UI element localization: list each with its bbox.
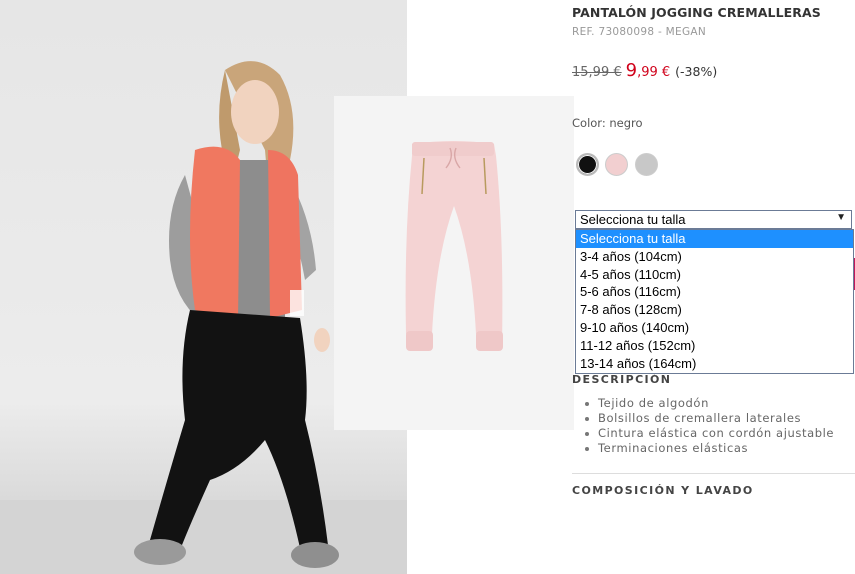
color-swatch-rosa[interactable]	[605, 153, 628, 176]
color-swatch-negro[interactable]	[576, 153, 599, 176]
size-option[interactable]: 9-10 años (140cm)	[576, 319, 853, 337]
new-price-dec: ,99 €	[637, 65, 671, 80]
product-details: PANTALÓN JOGGING CREMALLERAS REF. 730800…	[572, 0, 855, 574]
new-price-int: 9	[625, 60, 638, 81]
size-select-value: Selecciona tu talla	[580, 212, 686, 227]
color-label: Color: negro	[572, 116, 643, 130]
size-option[interactable]: 3-4 años (104cm)	[576, 248, 853, 266]
size-select[interactable]: Selecciona tu talla ▼	[575, 210, 852, 229]
product-zoom-image	[334, 96, 574, 430]
size-option[interactable]: Selecciona tu talla	[576, 230, 853, 248]
divider	[572, 473, 855, 474]
size-option[interactable]: 7-8 años (128cm)	[576, 301, 853, 319]
chevron-down-icon: ▼	[836, 212, 846, 223]
product-title: PANTALÓN JOGGING CREMALLERAS	[572, 5, 821, 20]
discount-badge: (-38%)	[675, 64, 718, 79]
description-item: Tejido de algodón	[584, 396, 834, 411]
color-swatch-gris[interactable]	[635, 153, 658, 176]
description-item: Cintura elástica con cordón ajustable	[584, 426, 835, 440]
size-option[interactable]: 11-12 años (152cm)	[576, 337, 853, 355]
product-ref: REF. 73080098 - MEGAN	[572, 26, 707, 38]
description-list: Tejido de algodón Bolsillos de cremaller…	[584, 396, 835, 456]
composition-heading[interactable]: COMPOSICIÓN Y LAVADO	[572, 484, 754, 497]
description-item: Terminaciones elásticas	[584, 441, 834, 456]
price-row: 15,99 € 9,99 € (-38%)	[572, 60, 717, 81]
size-option[interactable]: 5-6 años (116cm)	[576, 283, 853, 301]
new-price: 9,99 €	[626, 60, 671, 81]
size-dropdown-list: Selecciona tu talla 3-4 años (104cm) 4-5…	[575, 229, 854, 374]
size-option[interactable]: 4-5 años (110cm)	[576, 266, 853, 284]
description-heading[interactable]: DESCRIPCIÓN	[572, 373, 671, 386]
size-option[interactable]: 13-14 años (164cm)	[576, 355, 853, 373]
old-price: 15,99 €	[572, 65, 622, 80]
description-item: Bolsillos de cremallera laterales	[584, 411, 834, 426]
